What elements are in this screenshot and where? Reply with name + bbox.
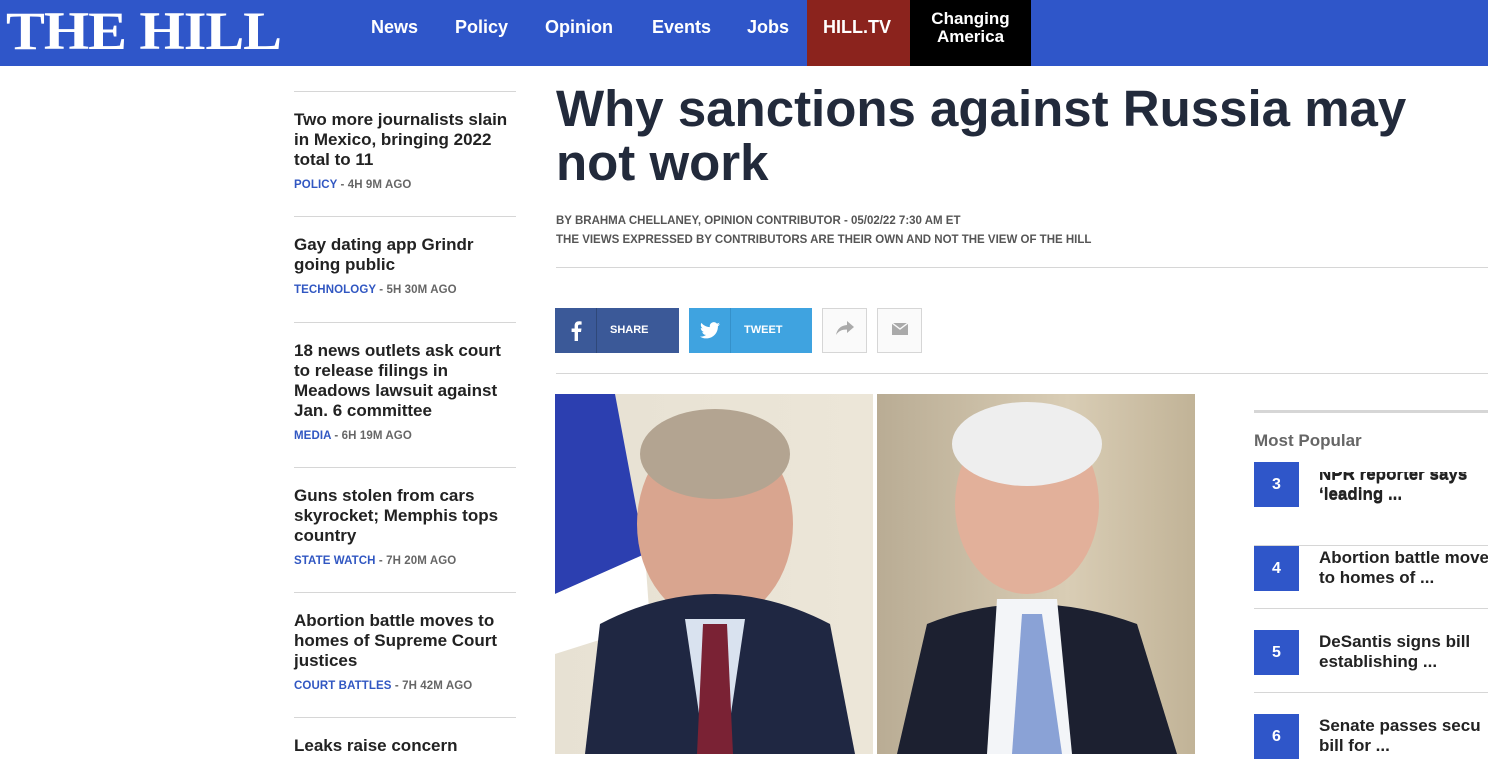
sidebar-story[interactable]: Two more journalists slain in Mexico, br… bbox=[294, 91, 516, 216]
nav-policy[interactable]: Policy bbox=[455, 0, 508, 66]
most-popular-list: 3 NPR reporter says ‘leading ... 4 5 6 bbox=[1254, 462, 1488, 759]
story-title[interactable]: Guns stolen from cars skyrocket; Memphis… bbox=[294, 486, 516, 546]
more-share-button[interactable] bbox=[822, 308, 867, 353]
story-category[interactable]: TECHNOLOGY bbox=[294, 284, 376, 296]
nav-changing-america[interactable]: Changing America bbox=[910, 0, 1031, 66]
story-time: - 7H 20M AGO bbox=[375, 555, 457, 567]
story-meta: TECHNOLOGY - 5H 30M AGO bbox=[294, 284, 516, 296]
story-meta: STATE WATCH - 7H 20M AGO bbox=[294, 555, 516, 567]
article-byline: BY BRAHMA CHELLANEY, OPINION CONTRIBUTOR… bbox=[556, 212, 1091, 250]
nav-hilltv[interactable]: HILL.TV bbox=[807, 0, 910, 66]
title-line-2: bill for ... bbox=[1319, 736, 1390, 755]
story-meta: MEDIA - 6H 19M AGO bbox=[294, 430, 516, 442]
article-headline: Why sanctions against Russia may not wor… bbox=[556, 80, 1407, 191]
byline-disclaimer: THE VIEWS EXPRESSED BY CONTRIBUTORS ARE … bbox=[556, 234, 1092, 246]
story-category[interactable]: POLICY bbox=[294, 179, 337, 191]
story-title[interactable]: Two more journalists slain in Mexico, br… bbox=[294, 110, 516, 170]
sidebar-story[interactable]: Guns stolen from cars skyrocket; Memphis… bbox=[294, 467, 516, 592]
story-time: - 5H 30M AGO bbox=[375, 284, 457, 296]
email-icon bbox=[891, 321, 908, 340]
story-title[interactable]: 18 news outlets ask court to release fil… bbox=[294, 341, 516, 421]
story-meta: COURT BATTLES - 7H 42M AGO bbox=[294, 680, 516, 692]
story-category[interactable]: COURT BATTLES bbox=[294, 680, 392, 692]
facebook-share-button[interactable]: SHARE bbox=[555, 308, 679, 353]
site-logo[interactable]: THE HILL bbox=[6, 4, 282, 58]
story-title[interactable]: Leaks raise concern bbox=[294, 736, 516, 756]
story-meta: POLICY - 4H 9M AGO bbox=[294, 179, 516, 191]
email-share-button[interactable] bbox=[877, 308, 922, 353]
title-line-1: DeSantis signs bill bbox=[1319, 632, 1471, 651]
latest-news-sidebar: Two more journalists slain in Mexico, br… bbox=[294, 91, 516, 759]
rank-badge: 5 bbox=[1254, 630, 1299, 675]
list-clip-mask bbox=[1300, 462, 1488, 472]
article-photo-biden bbox=[877, 394, 1195, 754]
nav-opinion[interactable]: Opinion bbox=[545, 0, 613, 66]
story-time: - 7H 42M AGO bbox=[391, 680, 473, 692]
twitter-share-button[interactable]: TWEET bbox=[689, 308, 812, 353]
sidebar-story[interactable]: Abortion battle moves to homes of Suprem… bbox=[294, 592, 516, 717]
divider bbox=[556, 267, 1488, 268]
facebook-icon bbox=[555, 308, 597, 353]
story-time: - 6H 19M AGO bbox=[331, 430, 412, 442]
rank-badge: 3 bbox=[1254, 462, 1299, 507]
rank-badge: 4 bbox=[1254, 546, 1299, 591]
byline-author: BY BRAHMA CHELLANEY, OPINION CONTRIBUTOR… bbox=[556, 215, 961, 227]
title-line-1: Abortion battle moves bbox=[1319, 548, 1488, 567]
sidebar-story[interactable]: Leaks raise concern bbox=[294, 717, 516, 759]
sidebar-story[interactable]: 18 news outlets ask court to release fil… bbox=[294, 322, 516, 467]
article-photo-putin bbox=[555, 394, 873, 754]
nav-events[interactable]: Events bbox=[652, 0, 711, 66]
title-line-2: establishing ... bbox=[1319, 652, 1438, 671]
story-category[interactable]: MEDIA bbox=[294, 430, 331, 442]
divider bbox=[556, 373, 1488, 374]
title-line-2: to homes of ... bbox=[1319, 568, 1435, 587]
title-line-2: ‘leading ... bbox=[1319, 485, 1403, 504]
most-popular-title[interactable]: DeSantis signs bill establishing ... bbox=[1319, 632, 1488, 672]
sidebar-story[interactable]: Gay dating app Grindr going public TECHN… bbox=[294, 216, 516, 322]
story-title[interactable]: Abortion battle moves to homes of Suprem… bbox=[294, 611, 516, 671]
facebook-share-label: SHARE bbox=[610, 324, 649, 336]
story-category[interactable]: STATE WATCH bbox=[294, 555, 376, 567]
twitter-icon bbox=[689, 308, 731, 353]
changing-line-1: Changing bbox=[931, 9, 1010, 28]
nav-news[interactable]: News bbox=[371, 0, 418, 66]
changing-line-2: America bbox=[936, 27, 1005, 46]
twitter-share-label: TWEET bbox=[744, 324, 783, 336]
title-line-1: Senate passes secu bbox=[1319, 716, 1481, 735]
most-popular-title[interactable]: Abortion battle moves to homes of ... bbox=[1319, 548, 1488, 588]
story-time: - 4H 9M AGO bbox=[337, 179, 412, 191]
rank-badge: 6 bbox=[1254, 714, 1299, 759]
most-popular-rule bbox=[1254, 410, 1488, 413]
nav-jobs[interactable]: Jobs bbox=[747, 0, 789, 66]
share-arrow-icon bbox=[835, 321, 854, 340]
top-navigation-bar: THE HILL News Policy Opinion Events Jobs… bbox=[0, 0, 1488, 66]
most-popular-title[interactable]: Senate passes secu bill for ... bbox=[1319, 716, 1488, 756]
most-popular-heading: Most Popular bbox=[1254, 431, 1362, 450]
story-title[interactable]: Gay dating app Grindr going public bbox=[294, 235, 516, 275]
